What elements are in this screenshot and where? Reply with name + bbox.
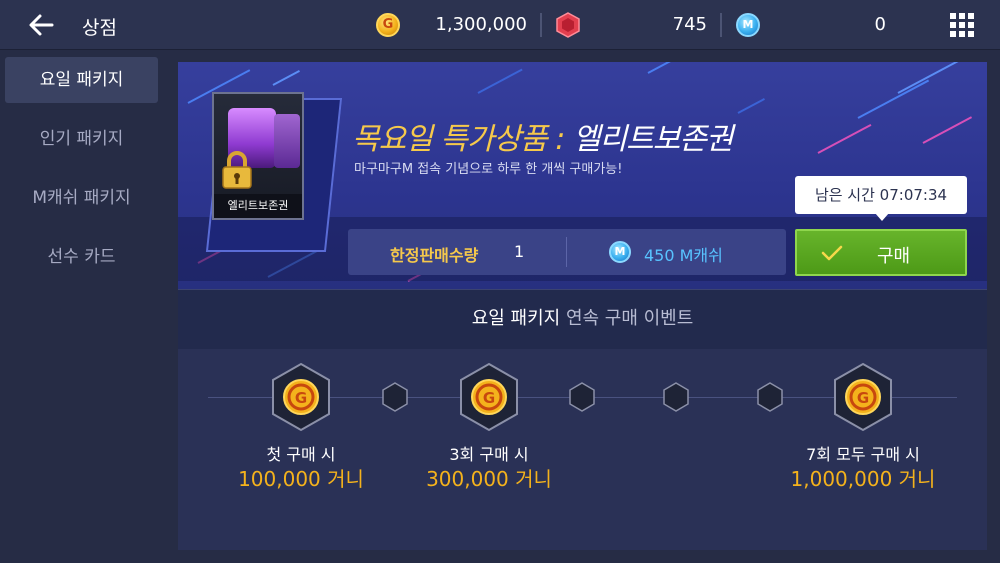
gem-icon — [556, 12, 580, 38]
svg-text:G: G — [483, 389, 495, 407]
shop-panel: 엘리트보존권 목요일 특가상품 : 엘리트보존권 마구마구M 접속 기념으로 하… — [178, 62, 987, 550]
svg-text:G: G — [857, 389, 869, 407]
card-name-label: 엘리트보존권 — [214, 194, 302, 218]
purchase-info-box: 한정판매수량 1 M 450 M캐쉬 — [348, 229, 786, 275]
buy-button-label: 구매 — [877, 246, 911, 267]
card-face: 엘리트보존권 — [212, 92, 304, 220]
reward-condition: 첫 구매 시 — [266, 445, 336, 464]
event-title-main: 요일 패키지 — [471, 308, 561, 329]
mcash-coin-icon: M — [609, 241, 631, 263]
empty-step-hex-icon — [663, 382, 689, 412]
decor-streak — [897, 62, 961, 94]
gold-reward-hex-icon: G — [272, 362, 330, 432]
empty-step-hex-icon — [569, 382, 595, 412]
reward-amount: 100,000 거니 — [238, 467, 364, 491]
event-title-rest: 연속 구매 이벤트 — [560, 308, 694, 329]
sidebar: 요일 패키지 인기 패키지 M캐쉬 패키지 선수 카드 — [0, 50, 166, 563]
player-portrait — [274, 114, 300, 168]
decor-streak — [647, 62, 684, 74]
event-title: 요일 패키지 연속 구매 이벤트 — [178, 289, 987, 349]
limit-value: 1 — [514, 242, 525, 261]
checkmark-icon — [821, 245, 843, 261]
time-left-tooltip: 남은 시간 07:07:34 — [795, 176, 967, 214]
mcash-coin-icon: M — [736, 13, 760, 37]
buy-button[interactable]: 구매 — [795, 229, 967, 276]
gold-coin-icon: G — [376, 13, 400, 37]
back-arrow-icon[interactable] — [26, 10, 56, 40]
product-subtitle: 마구마구M 접속 기념으로 하루 한 개씩 구매가능! — [354, 162, 623, 177]
event-progress: G G G 첫 구매 시 100,000 거니 3회 구매 시 300,000 … — [178, 349, 987, 550]
decor-streak — [922, 116, 973, 144]
divider — [540, 13, 542, 37]
empty-step-hex-icon — [757, 382, 783, 412]
decor-streak — [477, 68, 523, 94]
sidebar-item-mcash-package[interactable]: M캐쉬 패키지 — [5, 175, 158, 221]
reward-condition: 7회 모두 구매 시 — [806, 445, 920, 464]
product-title: 목요일 특가상품 : 엘리트보존권 — [352, 114, 734, 158]
decor-streak — [272, 70, 300, 86]
reward-amount: 300,000 거니 — [426, 467, 552, 491]
sidebar-item-weekday-package[interactable]: 요일 패키지 — [5, 57, 158, 103]
lock-icon — [220, 150, 254, 190]
grid-menu-icon[interactable] — [950, 13, 974, 37]
gold-amount: 1,300,000 — [435, 14, 527, 35]
mcash-amount: 0 — [874, 14, 886, 35]
reward-condition: 3회 구매 시 — [449, 445, 529, 464]
sidebar-item-popular-package[interactable]: 인기 패키지 — [5, 116, 158, 162]
svg-text:G: G — [295, 389, 307, 407]
price-label: 450 M캐쉬 — [644, 246, 723, 265]
divider — [720, 13, 722, 37]
elite-card-art: 엘리트보존권 — [200, 92, 343, 252]
product-title-item: 엘리트보존권 — [572, 122, 734, 157]
tooltip-tail — [875, 213, 889, 221]
limit-label: 한정판매수량 — [390, 246, 479, 265]
gold-reward-hex-icon: G — [460, 362, 518, 432]
gold-reward-hex-icon: G — [834, 362, 892, 432]
decor-streak — [857, 79, 930, 119]
page-title: 상점 — [82, 17, 117, 39]
empty-step-hex-icon — [382, 382, 408, 412]
gem-amount: 745 — [672, 14, 707, 35]
product-title-day: 목요일 특가상품 : — [352, 122, 573, 157]
decor-streak — [817, 123, 872, 154]
reward-amount: 1,000,000 거니 — [790, 467, 936, 491]
divider — [566, 237, 567, 267]
sidebar-item-player-card[interactable]: 선수 카드 — [5, 234, 158, 280]
product-banner: 엘리트보존권 목요일 특가상품 : 엘리트보존권 마구마구M 접속 기념으로 하… — [178, 62, 987, 289]
top-bar: 상점 G 1,300,000 745 M 0 — [0, 0, 1000, 50]
decor-streak — [737, 98, 765, 114]
